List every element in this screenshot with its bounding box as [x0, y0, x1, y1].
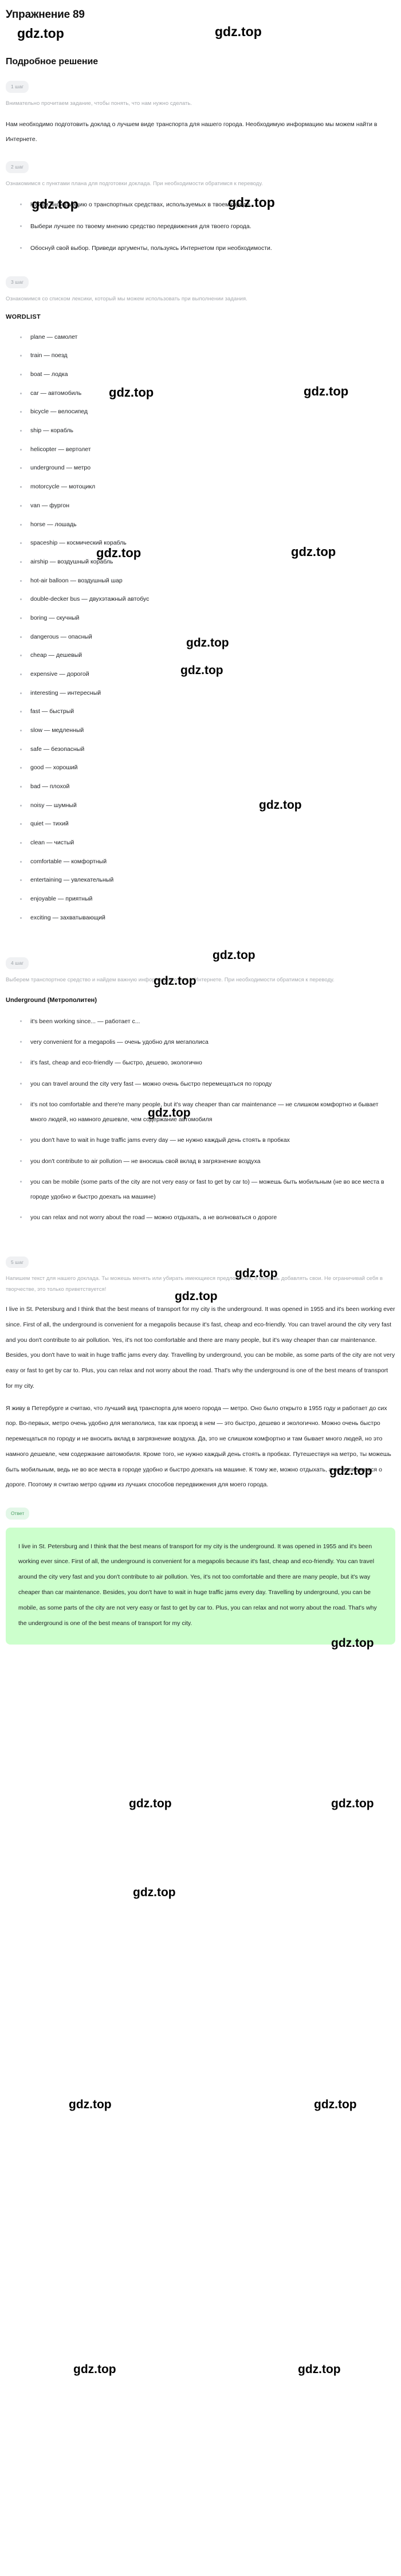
watermark-gdz-top: gdz.top: [73, 2363, 116, 2376]
list-item: you don't contribute to air pollution — …: [19, 1154, 395, 1169]
list-item: hot-air balloon — воздушный шар: [19, 577, 395, 585]
report-text-russian: Я живу в Петербурге и считаю, что лучший…: [6, 1404, 391, 1489]
list-item: dangerous — опасный: [19, 633, 395, 641]
solution-page: Упражнение 89 Подробное решение 1 шаг Вн…: [0, 0, 401, 1645]
list-item: noisy — шумный: [19, 801, 395, 809]
step4-spacer: [6, 1231, 395, 1243]
list-item: fast — быстрый: [19, 707, 395, 715]
list-item: plane — самолет: [19, 333, 395, 341]
list-item: bicycle — велосипед: [19, 408, 395, 416]
list-item: it's fast, cheap and eco-friendly — быст…: [19, 1055, 395, 1070]
list-item: clean — чистый: [19, 839, 395, 847]
list-item: underground — метро: [19, 464, 395, 472]
list-item: quiet — тихий: [19, 820, 395, 828]
watermark-gdz-top: gdz.top: [331, 1797, 374, 1810]
list-item: safe — безопасный: [19, 745, 395, 753]
list-item: it's been working since... — работает с.…: [19, 1014, 395, 1029]
step-5-hint: Напишем текст для нашего доклада. Ты мож…: [6, 1275, 383, 1293]
list-item: very convenient for a megapolis — очень …: [19, 1035, 395, 1050]
step-badge-2: 2 шаг: [6, 161, 29, 173]
wordlist: plane — самолет train — поезд boat — лод…: [6, 333, 395, 922]
step-badge-5: 5 шаг: [6, 1256, 29, 1269]
list-item: comfortable — комфортный: [19, 858, 395, 866]
underground-phrase-list: it's been working since... — работает с.…: [6, 1014, 395, 1226]
list-item: you can relax and not worry about the ro…: [19, 1210, 395, 1225]
list-item: Выбери лучшее по твоему мнению средство …: [19, 219, 395, 234]
list-item: Найди информацию о транспортных средства…: [19, 197, 395, 212]
list-item: car — автомобиль: [19, 389, 395, 397]
step-3-hint: Ознакомимся со списком лексики, который …: [6, 295, 247, 302]
wordlist-spacer: [6, 932, 395, 944]
step-2-plan-list: Найди информацию о транспортных средства…: [6, 197, 395, 256]
list-item: spaceship — космический корабль: [19, 539, 395, 547]
list-item: boring — скучный: [19, 614, 395, 622]
list-item: double-decker bus — двухэтажный автобус: [19, 595, 395, 603]
watermark-gdz-top: gdz.top: [298, 2363, 341, 2376]
list-item: van — фургон: [19, 502, 395, 510]
list-item: ship — корабль: [19, 426, 395, 434]
list-item: train — поезд: [19, 351, 395, 359]
step-4-hint: Выберем транспортное средство и найдем в…: [6, 976, 335, 983]
step-badge-3: 3 шаг: [6, 276, 29, 288]
report-text-english: I live in St. Petersburg and I think tha…: [6, 1306, 395, 1389]
step-1-text: Нам необходимо подготовить доклад о лучш…: [6, 120, 378, 143]
list-item: you can travel around the city very fast…: [19, 1076, 395, 1091]
step-1-hint: Внимательно прочитаем задание, чтобы пон…: [6, 100, 192, 107]
wordlist-title: WORDLIST: [6, 313, 41, 320]
solution-heading: Подробное решение: [6, 57, 99, 66]
answer-badge: Ответ: [6, 1508, 30, 1520]
list-item: good — хороший: [19, 764, 395, 772]
title-spacer: [6, 21, 395, 41]
watermark-gdz-top: gdz.top: [314, 2098, 357, 2111]
list-item: horse — лошадь: [19, 520, 395, 528]
step-badge-1: 1 шаг: [6, 81, 29, 93]
list-item: it's not too comfortable and there're ma…: [19, 1097, 395, 1128]
step-2-hint: Ознакомимся с пунктами плана для подгото…: [6, 180, 263, 187]
list-item: exciting — захватывающий: [19, 914, 395, 922]
answer-box: I live in St. Petersburg and I think tha…: [6, 1527, 395, 1645]
watermark-gdz-top: gdz.top: [129, 1797, 172, 1810]
list-item: airship — воздушный корабль: [19, 558, 395, 566]
answer-text: I live in St. Petersburg and I think tha…: [18, 1543, 377, 1627]
page-title: Упражнение 89: [6, 9, 85, 21]
list-item: entertaining — увлекательный: [19, 876, 395, 884]
list-item: you don't have to wait in huge traffic j…: [19, 1133, 395, 1148]
list-item: expensive — дорогой: [19, 670, 395, 678]
underground-subheading: Underground (Метрополитен): [6, 996, 97, 1004]
list-item: cheap — дешевый: [19, 651, 395, 659]
list-item: Обоснуй свой выбор. Приведи аргументы, п…: [19, 241, 395, 256]
step-badge-4: 4 шаг: [6, 957, 29, 969]
list-item: slow — медленный: [19, 726, 395, 734]
list-item: boat — лодка: [19, 370, 395, 378]
list-item: you can be mobile (some parts of the cit…: [19, 1175, 395, 1205]
list-item: enjoyable — приятный: [19, 895, 395, 903]
list-item: helicopter — вертолет: [19, 445, 395, 453]
watermark-gdz-top: gdz.top: [133, 1886, 176, 1899]
list-item: interesting — интересный: [19, 689, 395, 697]
watermark-gdz-top: gdz.top: [69, 2098, 112, 2111]
list-item: bad — плохой: [19, 782, 395, 790]
list-item: motorcycle — мотоцикл: [19, 483, 395, 491]
